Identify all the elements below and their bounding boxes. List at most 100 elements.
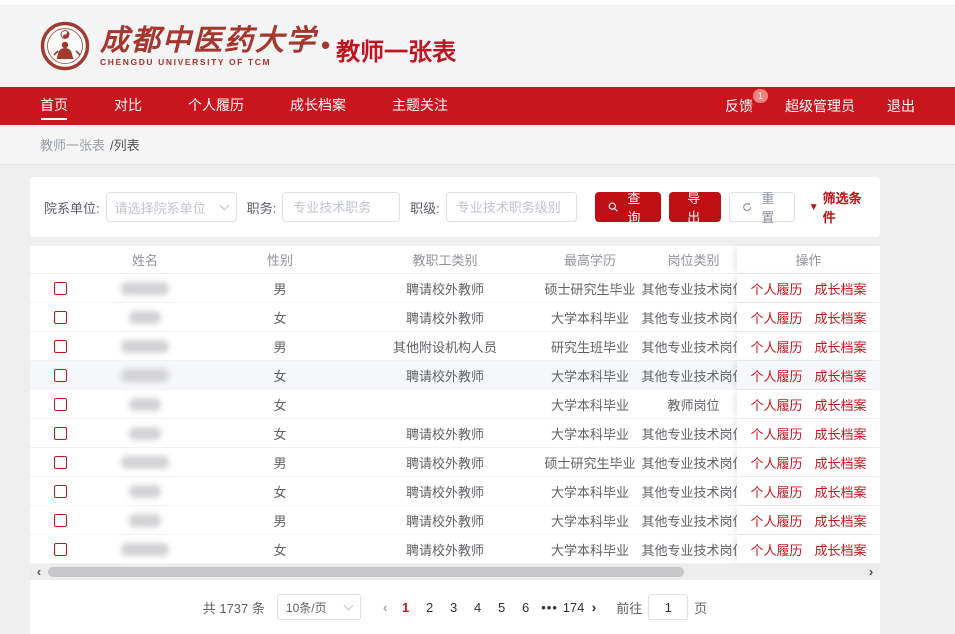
growth-archive-link[interactable]: 成长档案	[815, 395, 867, 414]
search-button[interactable]: 查询	[595, 192, 661, 222]
table-row: 女聘请校外教师大学本科毕业其他专业技术岗位个人履历成长档案	[30, 361, 880, 390]
nav-item-logout[interactable]: 退出	[887, 96, 915, 116]
university-seal-logo	[40, 21, 90, 71]
resume-link[interactable]: 个人履历	[750, 453, 802, 472]
row-checkbox[interactable]	[54, 311, 67, 324]
name-cell	[90, 448, 200, 476]
goto-label: 前往	[616, 598, 642, 617]
growth-archive-link[interactable]: 成长档案	[815, 308, 867, 327]
scrollbar-track[interactable]	[48, 564, 862, 580]
masked-name	[121, 456, 169, 469]
row-checkbox[interactable]	[54, 514, 67, 527]
masked-name	[129, 427, 161, 440]
resume-link[interactable]: 个人履历	[750, 279, 802, 298]
next-page-icon[interactable]: ›	[592, 599, 597, 615]
dept-select[interactable]: 请选择院系单位	[106, 192, 237, 222]
duty-input[interactable]	[291, 199, 391, 216]
university-name-en: CHENGDU UNIVERSITY OF TCM	[100, 58, 317, 67]
gender-cell: 女	[200, 303, 360, 331]
category-cell: 其他附设机构人员	[360, 332, 530, 360]
resume-link[interactable]: 个人履历	[750, 308, 802, 327]
resume-link[interactable]: 个人履历	[750, 482, 802, 501]
filter-conditions-link[interactable]: ▼ 筛选条件	[809, 188, 866, 226]
prev-page-icon[interactable]: ‹	[383, 599, 388, 615]
resume-link[interactable]: 个人履历	[750, 540, 802, 559]
page-number-174[interactable]: 174	[562, 600, 586, 615]
site-header: 成都中医药大学 CHENGDU UNIVERSITY OF TCM • 教师一张…	[0, 5, 955, 87]
masked-name	[121, 543, 169, 556]
breadcrumb-current: /列表	[110, 135, 140, 154]
category-cell: 聘请校外教师	[360, 448, 530, 476]
rank-input[interactable]	[455, 199, 568, 216]
page-numbers: 123456•••174	[394, 600, 586, 615]
triangle-down-icon: ▼	[809, 202, 819, 213]
education-cell: 大学本科毕业	[530, 390, 650, 418]
resume-link[interactable]: 个人履历	[750, 424, 802, 443]
page-size-select[interactable]: 10条/页	[277, 594, 361, 620]
post-cell: 其他专业技术岗位	[650, 448, 737, 476]
resume-link[interactable]: 个人履历	[750, 395, 802, 414]
nav-item-2[interactable]: 个人履历	[188, 87, 244, 125]
page-number-2[interactable]: 2	[418, 600, 442, 615]
name-cell	[90, 332, 200, 360]
breadcrumb-root[interactable]: 教师一张表	[40, 135, 105, 154]
table-row: 女聘请校外教师大学本科毕业其他专业技术岗位个人履历成长档案	[30, 419, 880, 448]
goto-page-input[interactable]	[648, 594, 688, 620]
nav-item-0[interactable]: 首页	[40, 87, 68, 125]
row-checkbox[interactable]	[54, 282, 67, 295]
page-number-4[interactable]: 4	[466, 600, 490, 615]
resume-link[interactable]: 个人履历	[750, 511, 802, 530]
nav-item-4[interactable]: 主题关注	[392, 87, 448, 125]
growth-archive-link[interactable]: 成长档案	[815, 540, 867, 559]
growth-archive-link[interactable]: 成长档案	[815, 511, 867, 530]
page-number-1[interactable]: 1	[394, 600, 418, 615]
growth-archive-link[interactable]: 成长档案	[815, 453, 867, 472]
nav-item-3[interactable]: 成长档案	[290, 87, 346, 125]
growth-archive-link[interactable]: 成长档案	[815, 279, 867, 298]
row-checkbox[interactable]	[54, 398, 67, 411]
category-cell	[360, 390, 530, 418]
growth-archive-link[interactable]: 成长档案	[815, 424, 867, 443]
row-checkbox[interactable]	[54, 543, 67, 556]
row-checkbox[interactable]	[54, 485, 67, 498]
post-cell: 其他专业技术岗位	[650, 506, 737, 534]
growth-archive-link[interactable]: 成长档案	[815, 337, 867, 356]
page-number-6[interactable]: 6	[514, 600, 538, 615]
export-button[interactable]: 导出	[669, 192, 721, 222]
row-checkbox[interactable]	[54, 427, 67, 440]
category-cell: 聘请校外教师	[360, 303, 530, 331]
masked-name	[129, 311, 161, 324]
education-cell: 大学本科毕业	[530, 419, 650, 447]
row-checkbox[interactable]	[54, 369, 67, 382]
filter-bar: 院系单位: 请选择院系单位 职务: 职级: 查询 导出 重置 ▼ 筛选条件	[30, 177, 880, 237]
horizontal-scrollbar: ‹ ›	[30, 564, 880, 580]
checkbox-cell	[30, 419, 90, 447]
refresh-icon	[742, 201, 752, 213]
scrollbar-thumb[interactable]	[48, 567, 684, 577]
growth-archive-link[interactable]: 成长档案	[815, 482, 867, 501]
nav-item-role[interactable]: 超级管理员	[785, 96, 855, 116]
scroll-left-icon[interactable]: ‹	[30, 564, 48, 580]
checkbox-cell	[30, 274, 90, 302]
page-number-3[interactable]: 3	[442, 600, 466, 615]
header-actions: 操作	[737, 246, 880, 273]
checkbox-cell	[30, 506, 90, 534]
gender-cell: 男	[200, 506, 360, 534]
resume-link[interactable]: 个人履历	[750, 366, 802, 385]
post-cell: 其他专业技术岗位	[650, 274, 737, 302]
scroll-right-icon[interactable]: ›	[862, 564, 880, 580]
actions-cell: 个人履历成长档案	[737, 535, 880, 563]
education-cell: 大学本科毕业	[530, 477, 650, 505]
gender-cell: 女	[200, 535, 360, 563]
row-checkbox[interactable]	[54, 456, 67, 469]
nav-item-1[interactable]: 对比	[114, 87, 142, 125]
growth-archive-link[interactable]: 成长档案	[815, 366, 867, 385]
name-cell	[90, 390, 200, 418]
reset-button[interactable]: 重置	[729, 192, 795, 222]
table-row: 男聘请校外教师大学本科毕业其他专业技术岗位个人履历成长档案	[30, 506, 880, 535]
category-cell: 聘请校外教师	[360, 361, 530, 389]
row-checkbox[interactable]	[54, 340, 67, 353]
resume-link[interactable]: 个人履历	[750, 337, 802, 356]
page-number-5[interactable]: 5	[490, 600, 514, 615]
nav-item-feedback[interactable]: 反馈 1	[725, 96, 753, 116]
